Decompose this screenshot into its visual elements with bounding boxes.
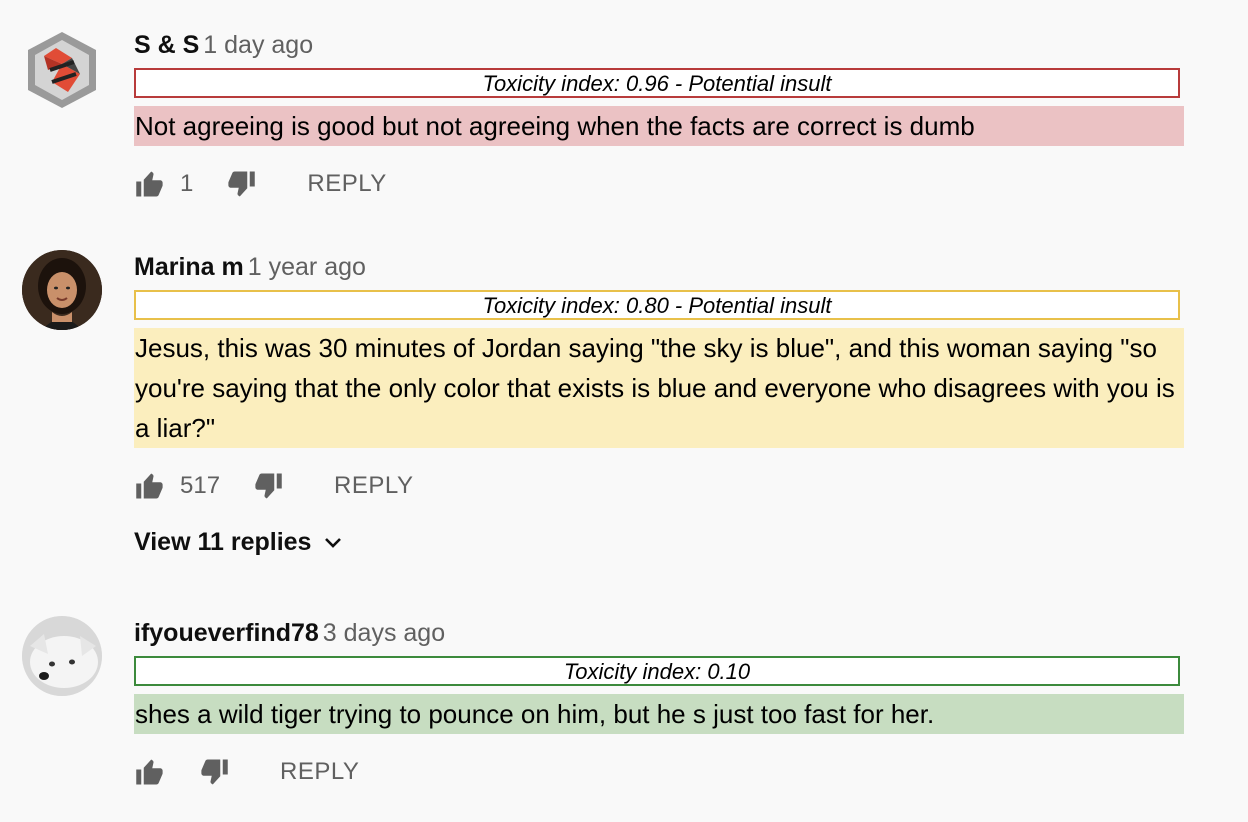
comment-time[interactable]: 1 year ago [248, 253, 366, 281]
author-name[interactable]: S & S [134, 31, 199, 59]
comment-actions: REPLY [134, 756, 359, 788]
author-name[interactable]: ifyoueverfind78 [134, 619, 319, 647]
ss-logo-avatar-icon [28, 32, 96, 108]
toxicity-label: Toxicity index: 0.96 - Potential insult [134, 68, 1180, 98]
reply-button[interactable]: REPLY [334, 472, 413, 500]
comment-header: S & S1 day ago [134, 30, 313, 60]
comment-actions: 1 REPLY [134, 168, 387, 200]
thumbs-down-icon [228, 171, 256, 197]
avatar[interactable] [22, 616, 102, 696]
person-photo-avatar-icon [22, 250, 102, 330]
like-button[interactable] [134, 756, 166, 788]
thumbs-up-icon [136, 759, 163, 785]
like-count: 1 [180, 170, 194, 197]
like-button[interactable] [134, 470, 166, 502]
comment-actions: 517 REPLY [134, 470, 413, 502]
dislike-button[interactable] [198, 756, 230, 788]
toxicity-label: Toxicity index: 0.80 - Potential insult [134, 290, 1180, 320]
comment-header: Marina m1 year ago [134, 252, 366, 282]
dislike-button[interactable] [252, 470, 284, 502]
dog-photo-avatar-icon [22, 616, 102, 696]
toxicity-label: Toxicity index: 0.10 [134, 656, 1180, 686]
thumbs-down-icon [255, 473, 282, 499]
comment-header: ifyoueverfind78 3 days ago [134, 618, 445, 648]
thumbs-down-icon [201, 759, 228, 785]
comment-text: Jesus, this was 30 minutes of Jordan say… [134, 328, 1184, 448]
comment-time[interactable]: 1 day ago [203, 31, 313, 59]
like-count: 517 [180, 472, 221, 499]
thumbs-up-icon [136, 473, 163, 499]
comment-time[interactable]: 3 days ago [323, 619, 445, 647]
avatar[interactable] [22, 250, 102, 330]
avatar[interactable] [22, 30, 102, 110]
dislike-button[interactable] [225, 168, 257, 200]
comment-text: Not agreeing is good but not agreeing wh… [134, 106, 1184, 146]
thumbs-up-icon [136, 171, 163, 197]
like-button[interactable] [134, 168, 166, 200]
reply-button[interactable]: REPLY [280, 758, 359, 786]
view-replies-button[interactable]: View 11 replies [134, 528, 343, 557]
author-name[interactable]: Marina m [134, 253, 244, 281]
chevron-down-icon [325, 537, 342, 548]
view-replies-label: View 11 replies [134, 528, 312, 556]
reply-button[interactable]: REPLY [307, 170, 386, 198]
comment-text: shes a wild tiger trying to pounce on hi… [134, 694, 1184, 734]
